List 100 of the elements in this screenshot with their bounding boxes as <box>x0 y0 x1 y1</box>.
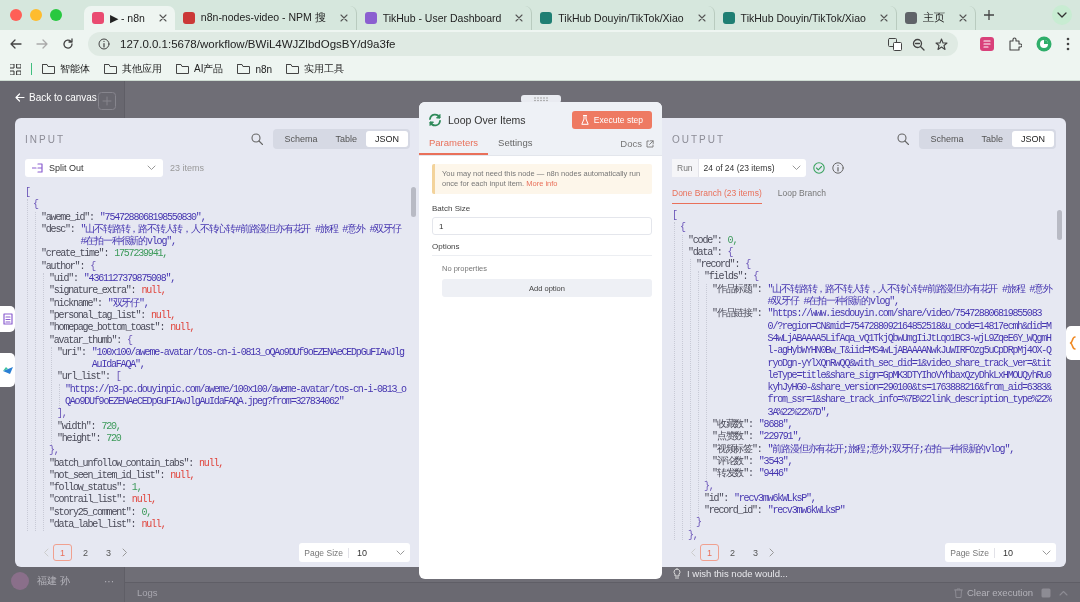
user-name: 福建 孙 <box>37 574 70 588</box>
close-icon[interactable] <box>879 14 888 22</box>
info-icon[interactable] <box>98 38 110 50</box>
puzzle-icon[interactable] <box>1008 37 1022 51</box>
caret-icon <box>147 165 156 171</box>
zoom-icon[interactable] <box>912 37 925 51</box>
json-bracket: }, <box>49 445 59 458</box>
json-key: "评论数": <box>712 455 753 469</box>
json-value: "7547288068198550830", <box>99 211 207 224</box>
json-key: "not_seen_item_id_list": <box>49 469 165 483</box>
address-bar[interactable]: 127.0.0.1:5678/workflow/BWiL4WJZlbdOgsBY/d9a3fe <box>88 32 958 56</box>
json-value: 1, <box>131 482 143 494</box>
bookmark-folder[interactable]: 实用工具 <box>286 62 345 76</box>
page-size-select[interactable]: 10 <box>995 547 1056 558</box>
floating-tab[interactable] <box>0 353 15 387</box>
branch-tab[interactable]: Loop Branch <box>777 184 826 204</box>
bookmark-folder[interactable]: AI产品 <box>176 62 224 76</box>
json-key: "avatar_thumb": <box>49 334 121 347</box>
chevron-right-icon[interactable] <box>769 548 775 557</box>
bookmark-folder[interactable]: n8n <box>237 63 273 75</box>
star-icon[interactable] <box>935 37 948 51</box>
view-tab[interactable]: JSON <box>366 131 408 147</box>
json-key: "收藏数": <box>712 419 753 432</box>
node-title: Loop Over Items <box>448 114 526 126</box>
close-icon[interactable] <box>339 14 348 22</box>
apps-grid-icon[interactable] <box>10 63 21 75</box>
view-tab[interactable]: Schema <box>921 131 973 147</box>
settings-tab[interactable]: Settings <box>488 133 543 155</box>
json-value: 0, <box>727 234 739 247</box>
json-value: 720 <box>106 432 122 446</box>
close-icon[interactable] <box>158 14 167 22</box>
tab-title: ▶ - n8n <box>110 12 145 24</box>
profile-icon[interactable] <box>1036 36 1052 52</box>
json-key: "contrail_list": <box>49 494 126 507</box>
json-bracket: } <box>696 517 701 530</box>
back-to-canvas-link[interactable]: Back to canvas <box>15 92 97 103</box>
browser-tab[interactable]: ▶ - n8n <box>84 6 175 30</box>
batch-size-field[interactable]: 1 <box>432 217 652 235</box>
json-bracket: { <box>727 246 733 259</box>
close-icon[interactable] <box>958 14 967 22</box>
view-tab[interactable]: Table <box>972 131 1012 147</box>
json-key: "转发数": <box>712 468 753 481</box>
back-arrow-icon[interactable] <box>10 38 22 50</box>
json-value: null, <box>131 494 157 507</box>
page-button[interactable]: 2 <box>76 544 95 561</box>
view-tab[interactable]: Table <box>326 131 366 147</box>
success-check-icon <box>812 162 825 174</box>
external-link-icon <box>646 139 654 148</box>
view-tab[interactable]: Schema <box>275 131 327 147</box>
add-node-icon[interactable] <box>98 92 116 110</box>
page-size-select[interactable]: 10 <box>349 547 410 558</box>
lightbulb-icon <box>673 567 681 579</box>
folder-icon <box>104 64 117 74</box>
more-menu-icon[interactable] <box>1066 37 1070 51</box>
reload-icon[interactable] <box>62 38 74 50</box>
json-value: "3543", <box>758 455 794 468</box>
tab-title: TikHub - User Dashboard <box>382 12 502 24</box>
tab-title: TikHub Douyin/TikTok/Xiao <box>740 12 866 24</box>
floating-tab[interactable] <box>0 306 15 332</box>
window-control-icon[interactable] <box>10 9 22 21</box>
json-key: "作品标题": <box>712 283 762 297</box>
json-value: "229791", <box>758 431 804 444</box>
section-label: Options <box>432 242 652 256</box>
page-button[interactable]: 2 <box>723 544 742 561</box>
folder-icon <box>176 64 189 74</box>
json-value: null, <box>141 285 167 298</box>
info-icon[interactable] <box>831 162 844 174</box>
document-icon <box>2 313 13 325</box>
new-tab-icon[interactable] <box>983 10 994 20</box>
close-icon[interactable] <box>697 14 706 22</box>
json-key: "batch_unfollow_contain_tabs": <box>49 457 194 470</box>
docs-link[interactable]: Docs <box>620 138 654 155</box>
page-button[interactable]: 3 <box>746 544 765 561</box>
url-text: 127.0.0.1:5678/workflow/BWiL4WJZlbdOgsBY/d9a3fe <box>120 38 396 50</box>
json-key: "homepage_bottom_toast": <box>49 322 165 335</box>
feedback-link[interactable]: I wish this node would... <box>687 567 788 579</box>
view-tab[interactable]: JSON <box>1012 131 1054 147</box>
floating-tab[interactable] <box>1066 326 1080 360</box>
split-icon <box>32 162 44 174</box>
panel-title: INPUT <box>25 133 65 145</box>
json-bracket: [ <box>672 210 677 223</box>
search-icon[interactable] <box>251 133 264 145</box>
json-key: "record_id": <box>704 505 762 518</box>
folder-icon <box>286 64 300 74</box>
caret-icon <box>396 549 405 556</box>
close-icon[interactable] <box>515 14 524 22</box>
extension-icon[interactable] <box>980 37 994 51</box>
run-select[interactable]: 24 of 24 (23 items) <box>698 163 806 173</box>
json-value: "https://p3-pc.douyinpic.com/aweme/100x100/aweme-avatar/tos-cn-i-0813_oQAo9DUf9oEZENAeCEDpGuFIAwJlgAuIdaFAQA.jpeg?from=327834062" <box>65 383 407 409</box>
chevron-down-icon[interactable] <box>1052 5 1072 25</box>
page-button[interactable]: 3 <box>99 544 118 561</box>
bookmark-folder[interactable]: 智能体 <box>42 62 90 76</box>
translate-icon[interactable] <box>888 37 902 51</box>
folder-icon <box>237 64 251 74</box>
json-value: "双牙仔", <box>107 297 150 310</box>
search-icon[interactable] <box>897 133 910 145</box>
json-key: "story25_comment": <box>49 506 136 519</box>
node-select[interactable]: Split Out <box>25 159 163 177</box>
bookmark-folder[interactable]: 其他应用 <box>104 62 162 76</box>
chevron-right-icon[interactable] <box>122 548 128 557</box>
